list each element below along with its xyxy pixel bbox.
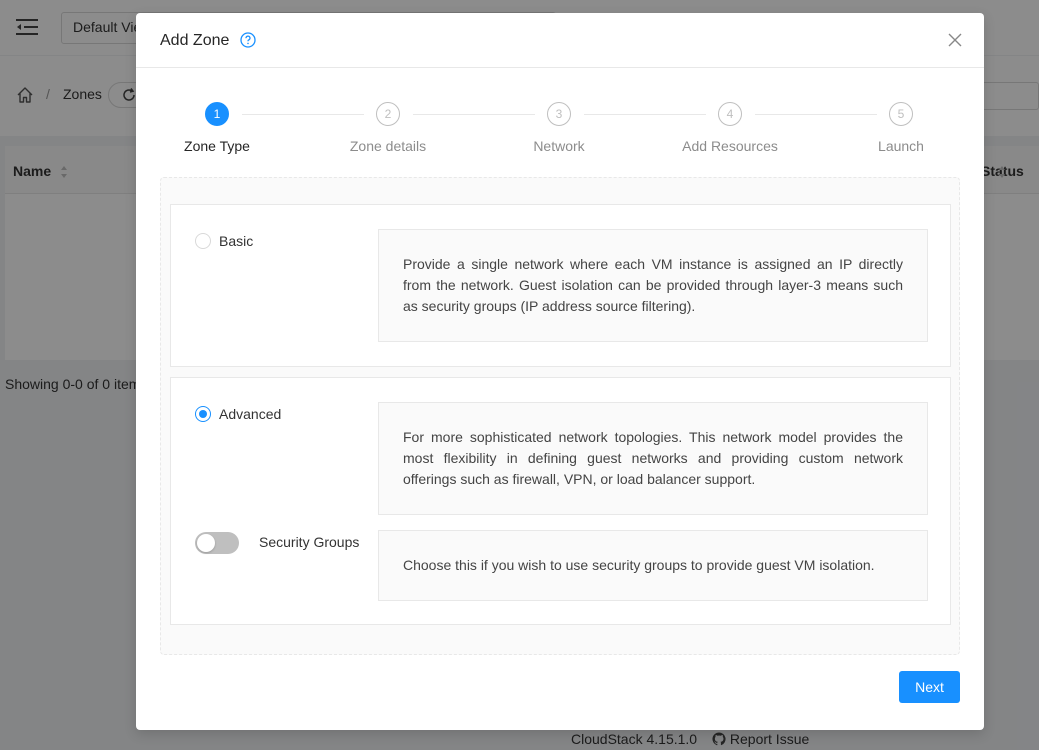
step-1-label: Zone Type [184,138,250,154]
modal-title: Add Zone [160,32,230,49]
basic-description-text: Provide a single network where each VM i… [403,256,903,314]
security-groups-description-text: Choose this if you wish to use security … [403,557,875,573]
step-5-icon: 5 [889,102,913,126]
step-connector [242,114,364,115]
close-icon[interactable] [948,33,962,47]
advanced-description: For more sophisticated network topologie… [378,402,928,515]
advanced-description-text: For more sophisticated network topologie… [403,429,903,487]
advanced-option-card: Advanced For more sophisticated network … [170,377,951,625]
step-4-icon: 4 [718,102,742,126]
step-connector [413,114,535,115]
step-3-icon: 3 [547,102,571,126]
zone-type-section: Basic Provide a single network where eac… [160,177,960,655]
step-5-label: Launch [878,138,924,154]
step-3-label: Network [533,138,585,154]
step-2-label: Zone details [349,138,427,154]
step-1-icon: 1 [205,102,229,126]
add-zone-modal: Add Zone 1 2 3 4 5 Zone Type Zone detail… [136,13,984,730]
basic-description: Provide a single network where each VM i… [378,229,928,342]
step-connector [755,114,877,115]
advanced-radio[interactable] [195,406,211,422]
basic-radio[interactable] [195,233,211,249]
modal-header: Add Zone [136,13,984,68]
security-groups-description: Choose this if you wish to use security … [378,530,928,601]
next-button[interactable]: Next [899,671,960,703]
security-groups-label: Security Groups [259,534,360,550]
step-connector [584,114,706,115]
basic-option-card: Basic Provide a single network where eac… [170,204,951,367]
security-groups-toggle[interactable] [195,532,239,554]
advanced-label[interactable]: Advanced [219,406,281,422]
step-4-label: Add Resources [682,138,778,154]
basic-label[interactable]: Basic [219,233,253,249]
step-2-icon: 2 [376,102,400,126]
question-circle-icon[interactable] [240,32,256,48]
